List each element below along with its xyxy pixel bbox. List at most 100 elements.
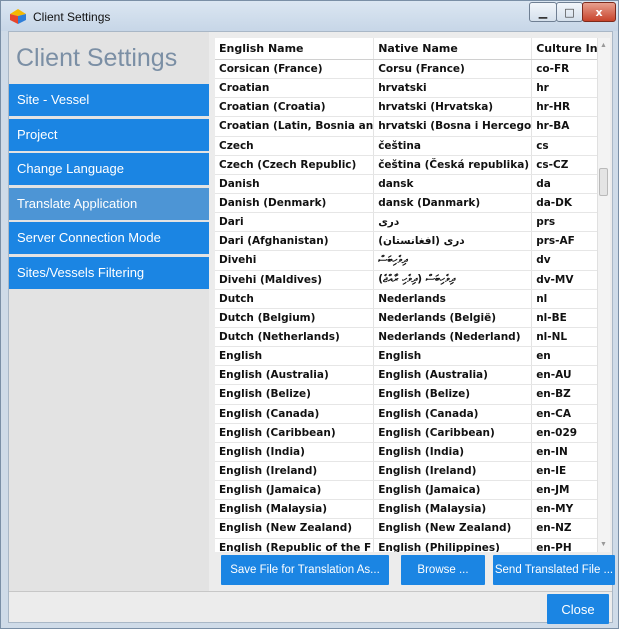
- sidebar-title: Client Settings: [16, 44, 178, 72]
- table-cell: Nederlands: [373, 289, 533, 309]
- table-row[interactable]: Dutch Nederlands nl: [215, 289, 610, 309]
- table-cell: Corsu (France): [373, 59, 533, 80]
- table-cell: English (Jamaica): [215, 480, 375, 501]
- table-cell: Czech: [215, 136, 375, 156]
- table-cell: English (New Zealand): [215, 518, 375, 539]
- sidebar-item-change-language[interactable]: Change Language: [9, 153, 209, 185]
- table-cell: English (Jamaica): [373, 480, 533, 501]
- table-cell: hrvatski (Hrvatska): [373, 97, 533, 118]
- table-cell: Danish (Denmark): [215, 193, 375, 214]
- scrollbar-thumb[interactable]: [599, 168, 608, 196]
- table-cell: Czech (Czech Republic): [215, 155, 375, 175]
- table-row[interactable]: Danish (Denmark) dansk (Danmark) da-DK: [215, 193, 610, 214]
- table-cell: (ދިވެހިބަސް (ދިވެހި ރާއްޖެ: [373, 270, 533, 290]
- client-area: Client Settings Site - Vessel Project Chan…: [8, 31, 615, 624]
- table-cell: čeština (Česká republika): [373, 155, 533, 175]
- table-cell: Divehi (Maldives): [215, 270, 375, 290]
- table-row[interactable]: Divehi ދިވެހިބަސް dv: [215, 250, 610, 271]
- column-header-native-name[interactable]: Native Name: [373, 38, 533, 60]
- scroll-down-icon[interactable]: ▼: [600, 541, 607, 548]
- table-row[interactable]: English (Ireland) English (Ireland) en-IE: [215, 461, 610, 482]
- title-bar[interactable]: Client Settings ▁ □ x: [1, 1, 618, 31]
- table-row[interactable]: English (New Zealand) English (New Zealan…: [215, 518, 610, 539]
- table-row[interactable]: English (Canada) English (Canada) en-CA: [215, 404, 610, 424]
- table-cell: Divehi: [215, 250, 375, 271]
- table-row[interactable]: Dari درى prs: [215, 212, 610, 233]
- table-row[interactable]: Croatian (Croatia) hrvatski (Hrvatska) hr-…: [215, 97, 610, 118]
- table-row[interactable]: English (Australia) English (Australia) en…: [215, 365, 610, 386]
- table-row[interactable]: English (Jamaica) English (Jamaica) en-JM: [215, 480, 610, 501]
- table-row[interactable]: Croatian hrvatski hr: [215, 78, 610, 99]
- vertical-scrollbar[interactable]: ▲ ▼: [597, 38, 610, 552]
- table-cell: Croatian (Croatia): [215, 97, 375, 118]
- table-cell: Nederlands (België): [373, 308, 533, 328]
- table-row[interactable]: Croatian (Latin, Bosnia an hrvatski (Bosn…: [215, 116, 610, 137]
- table-header-row: English NameNative NameCulture Index: [215, 38, 610, 60]
- table-cell: Croatian (Latin, Bosnia an: [215, 116, 375, 137]
- table-cell: English (Ireland): [373, 461, 533, 482]
- sidebar-item-site-vessel[interactable]: Site - Vessel: [9, 84, 209, 116]
- table-cell: Dutch (Netherlands): [215, 327, 375, 348]
- languages-table: English NameNative NameCulture Index Cor…: [215, 38, 610, 552]
- table-row[interactable]: Dari (Afghanistan) (درى (افغانستان prs-AF: [215, 231, 610, 252]
- table-cell: čeština: [373, 136, 533, 156]
- sidebar: Client Settings Site - Vessel Project Chan…: [9, 32, 209, 591]
- table-cell: English (Belize): [215, 384, 375, 405]
- table-row[interactable]: English (Republic of the F English (Phili…: [215, 538, 610, 552]
- languages-grid[interactable]: English NameNative NameCulture Index Cor…: [215, 38, 610, 552]
- table-cell: hrvatski (Bosna i Hercego: [373, 116, 533, 137]
- app-logo-icon: [10, 9, 26, 24]
- table-row[interactable]: Czech čeština cs: [215, 136, 610, 156]
- table-row[interactable]: English (Malaysia) English (Malaysia) en-M…: [215, 499, 610, 520]
- table-cell: ދިވެހިބަސް: [373, 250, 533, 271]
- sidebar-item-server-connection-mode[interactable]: Server Connection Mode: [9, 222, 209, 254]
- client-settings-window: Client Settings ▁ □ x Client Settings Si…: [0, 0, 619, 629]
- footer-divider: [9, 591, 612, 592]
- table-row[interactable]: Czech (Czech Republic) čeština (Česká rep…: [215, 155, 610, 175]
- browse-button[interactable]: Browse ...: [401, 555, 485, 585]
- maximize-icon: □: [564, 5, 575, 19]
- close-window-button[interactable]: x: [582, 2, 616, 22]
- sidebar-item-project[interactable]: Project: [9, 118, 209, 151]
- table-cell: Danish: [215, 174, 375, 194]
- table-cell: Dari: [215, 212, 375, 233]
- table-row[interactable]: English (Belize) English (Belize) en-BZ: [215, 384, 610, 405]
- table-cell: (درى (افغانستان: [373, 231, 533, 252]
- table-cell: Corsican (France): [215, 59, 375, 80]
- window-title: Client Settings: [33, 10, 111, 24]
- table-row[interactable]: Danish dansk da: [215, 174, 610, 194]
- table-cell: English: [215, 346, 375, 367]
- table-cell: Dutch (Belgium): [215, 308, 375, 328]
- table-cell: English (Canada): [373, 404, 533, 424]
- save-file-for-translation-button[interactable]: Save File for Translation As...: [221, 555, 389, 585]
- minimize-button[interactable]: ▁: [529, 2, 557, 22]
- table-cell: درى: [373, 212, 533, 233]
- table-row[interactable]: English English en: [215, 346, 610, 367]
- table-cell: English (New Zealand): [373, 518, 533, 539]
- table-row[interactable]: Divehi (Maldives) (ދިވެހިބަސް (ދިވެހި ރާއ…: [215, 270, 610, 290]
- sidebar-item-translate-application[interactable]: Translate Application: [9, 187, 209, 220]
- table-cell: English (Ireland): [215, 461, 375, 482]
- scroll-up-icon[interactable]: ▲: [600, 42, 607, 49]
- table-row[interactable]: Dutch (Netherlands) Nederlands (Nederland…: [215, 327, 610, 348]
- send-translated-file-button[interactable]: Send Translated File ...: [493, 555, 615, 585]
- table-row[interactable]: Dutch (Belgium) Nederlands (België) nl-BE: [215, 308, 610, 328]
- table-cell: English (India): [373, 442, 533, 462]
- close-button[interactable]: Close: [547, 594, 609, 624]
- table-cell: English (Republic of the F: [215, 538, 375, 552]
- table-row[interactable]: English (India) English (India) en-IN: [215, 442, 610, 462]
- table-cell: dansk (Danmark): [373, 193, 533, 214]
- table-cell: English (Belize): [373, 384, 533, 405]
- table-cell: dansk: [373, 174, 533, 194]
- maximize-button[interactable]: □: [556, 2, 583, 22]
- table-row[interactable]: Corsican (France) Corsu (France) co-FR: [215, 59, 610, 80]
- table-cell: English (Canada): [215, 404, 375, 424]
- table-cell: English (Australia): [215, 365, 375, 386]
- minimize-icon: ▁: [538, 5, 548, 19]
- table-cell: English (Philippines): [373, 538, 533, 552]
- column-header-english-name[interactable]: English Name: [215, 38, 375, 60]
- sidebar-item-sites-vessels-filtering[interactable]: Sites/Vessels Filtering: [9, 256, 209, 289]
- table-row[interactable]: English (Caribbean) English (Caribbean) en…: [215, 423, 610, 443]
- table-cell: English (Malaysia): [215, 499, 375, 520]
- table-cell: hrvatski: [373, 78, 533, 99]
